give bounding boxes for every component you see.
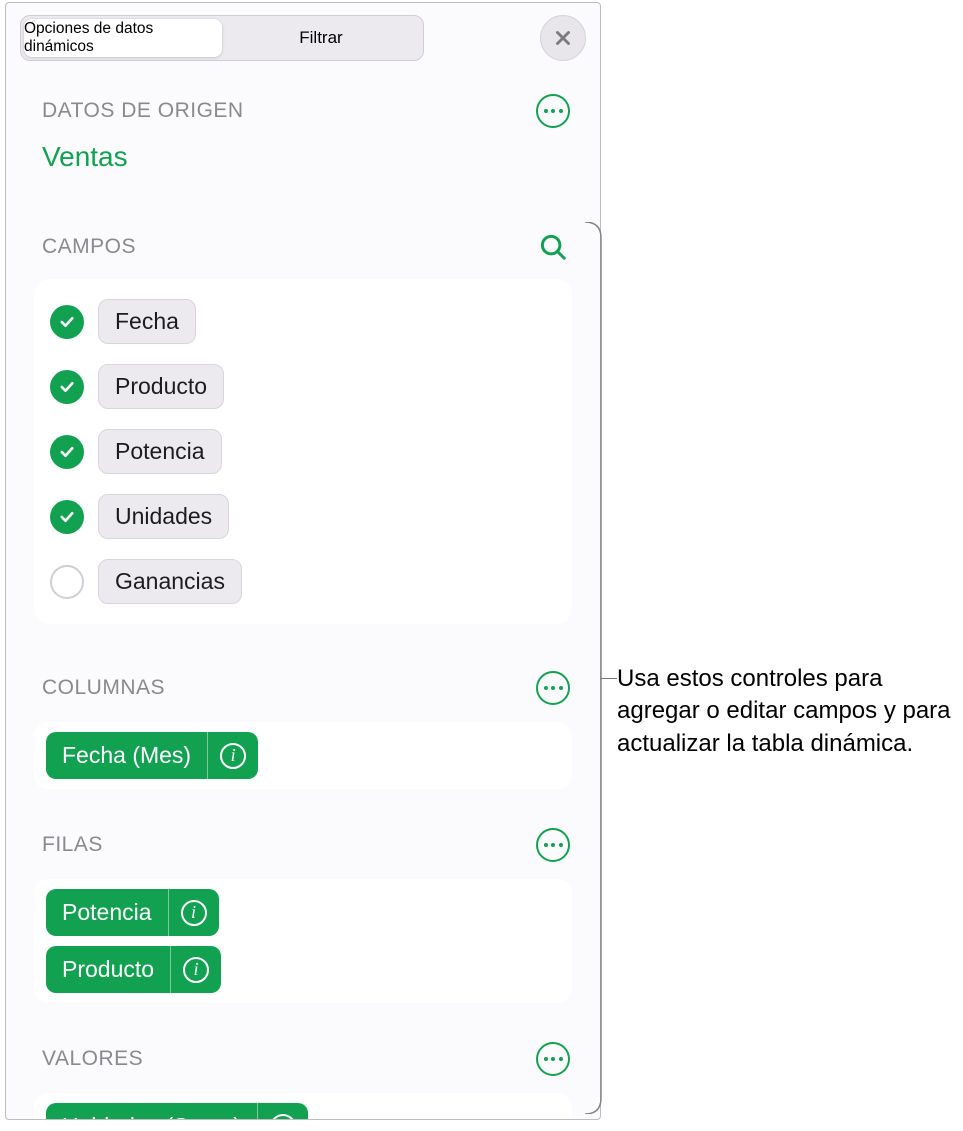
columns-header: COLUMNAS: [6, 660, 600, 716]
rows-label: FILAS: [42, 833, 103, 857]
search-fields-button[interactable]: [536, 230, 570, 264]
pill-label: Fecha (Mes): [46, 732, 208, 779]
column-field-pill[interactable]: Fecha (Mes) i: [46, 732, 258, 779]
row-field-pill[interactable]: Producto i: [46, 946, 221, 993]
columns-label: COLUMNAS: [42, 676, 165, 700]
checkmark-icon: [58, 378, 76, 396]
ellipsis-icon: [544, 843, 563, 847]
field-checkbox[interactable]: [50, 565, 84, 599]
field-chip[interactable]: Potencia: [98, 429, 222, 474]
pill-label: Potencia: [46, 889, 169, 936]
rows-header: FILAS: [6, 817, 600, 873]
field-chip[interactable]: Unidades: [98, 494, 229, 539]
fields-label: CAMPOS: [42, 235, 136, 259]
rows-zone[interactable]: Potencia i Producto i: [34, 879, 572, 1003]
checkmark-icon: [58, 313, 76, 331]
search-icon: [538, 232, 568, 262]
pill-label: Unidades (Suma): [46, 1103, 258, 1120]
field-checkbox[interactable]: [50, 305, 84, 339]
field-chip[interactable]: Fecha: [98, 299, 196, 344]
tab-pivot-options[interactable]: Opciones de datos dinámicos: [24, 19, 222, 57]
info-icon: i: [181, 900, 207, 926]
pill-info-button[interactable]: i: [258, 1103, 308, 1120]
callout-text: Usa estos controles para agregar o edita…: [617, 663, 953, 760]
source-more-button[interactable]: [536, 94, 570, 128]
values-label: VALORES: [42, 1047, 143, 1071]
source-data-label: DATOS DE ORIGEN: [42, 99, 244, 123]
row-field-pill[interactable]: Potencia i: [46, 889, 219, 936]
checkmark-icon: [58, 443, 76, 461]
field-checkbox[interactable]: [50, 370, 84, 404]
field-row: Ganancias: [50, 549, 556, 614]
close-icon: [552, 27, 574, 49]
ellipsis-icon: [544, 686, 563, 690]
values-more-button[interactable]: [536, 1042, 570, 1076]
rows-more-button[interactable]: [536, 828, 570, 862]
pill-info-button[interactable]: i: [208, 732, 258, 779]
pill-info-button[interactable]: i: [169, 889, 219, 936]
fields-header: CAMPOS: [6, 219, 600, 275]
callout-leader-line: [600, 678, 617, 679]
info-icon: i: [220, 743, 246, 769]
columns-more-button[interactable]: [536, 671, 570, 705]
ellipsis-icon: [544, 1057, 563, 1061]
field-chip[interactable]: Ganancias: [98, 559, 242, 604]
field-checkbox[interactable]: [50, 435, 84, 469]
field-checkbox[interactable]: [50, 500, 84, 534]
source-data-header: DATOS DE ORIGEN: [6, 83, 600, 139]
info-icon: i: [270, 1114, 296, 1121]
values-header: VALORES: [6, 1031, 600, 1087]
columns-zone[interactable]: Fecha (Mes) i: [34, 722, 572, 789]
tab-segmented-control: Opciones de datos dinámicos Filtrar: [20, 15, 424, 61]
tab-filter[interactable]: Filtrar: [222, 19, 420, 57]
values-zone[interactable]: Unidades (Suma) i: [34, 1093, 572, 1120]
field-row: Producto: [50, 354, 556, 419]
info-icon: i: [183, 957, 209, 983]
field-chip[interactable]: Producto: [98, 364, 224, 409]
field-row: Potencia: [50, 419, 556, 484]
field-row: Unidades: [50, 484, 556, 549]
source-table-name[interactable]: Ventas: [6, 139, 600, 191]
callout-bracket: [583, 222, 615, 1114]
panel-header: Opciones de datos dinámicos Filtrar: [6, 3, 600, 71]
close-button[interactable]: [540, 15, 586, 61]
panel-content: DATOS DE ORIGEN Ventas CAMPOS Fecha: [6, 83, 600, 1120]
ellipsis-icon: [544, 109, 563, 113]
checkmark-icon: [58, 508, 76, 526]
pill-label: Producto: [46, 946, 171, 993]
value-field-pill[interactable]: Unidades (Suma) i: [46, 1103, 308, 1120]
fields-list: Fecha Producto Potencia Unidades: [34, 279, 572, 624]
field-row: Fecha: [50, 289, 556, 354]
pivot-options-panel: Opciones de datos dinámicos Filtrar DATO…: [5, 2, 601, 1120]
pill-info-button[interactable]: i: [171, 946, 221, 993]
